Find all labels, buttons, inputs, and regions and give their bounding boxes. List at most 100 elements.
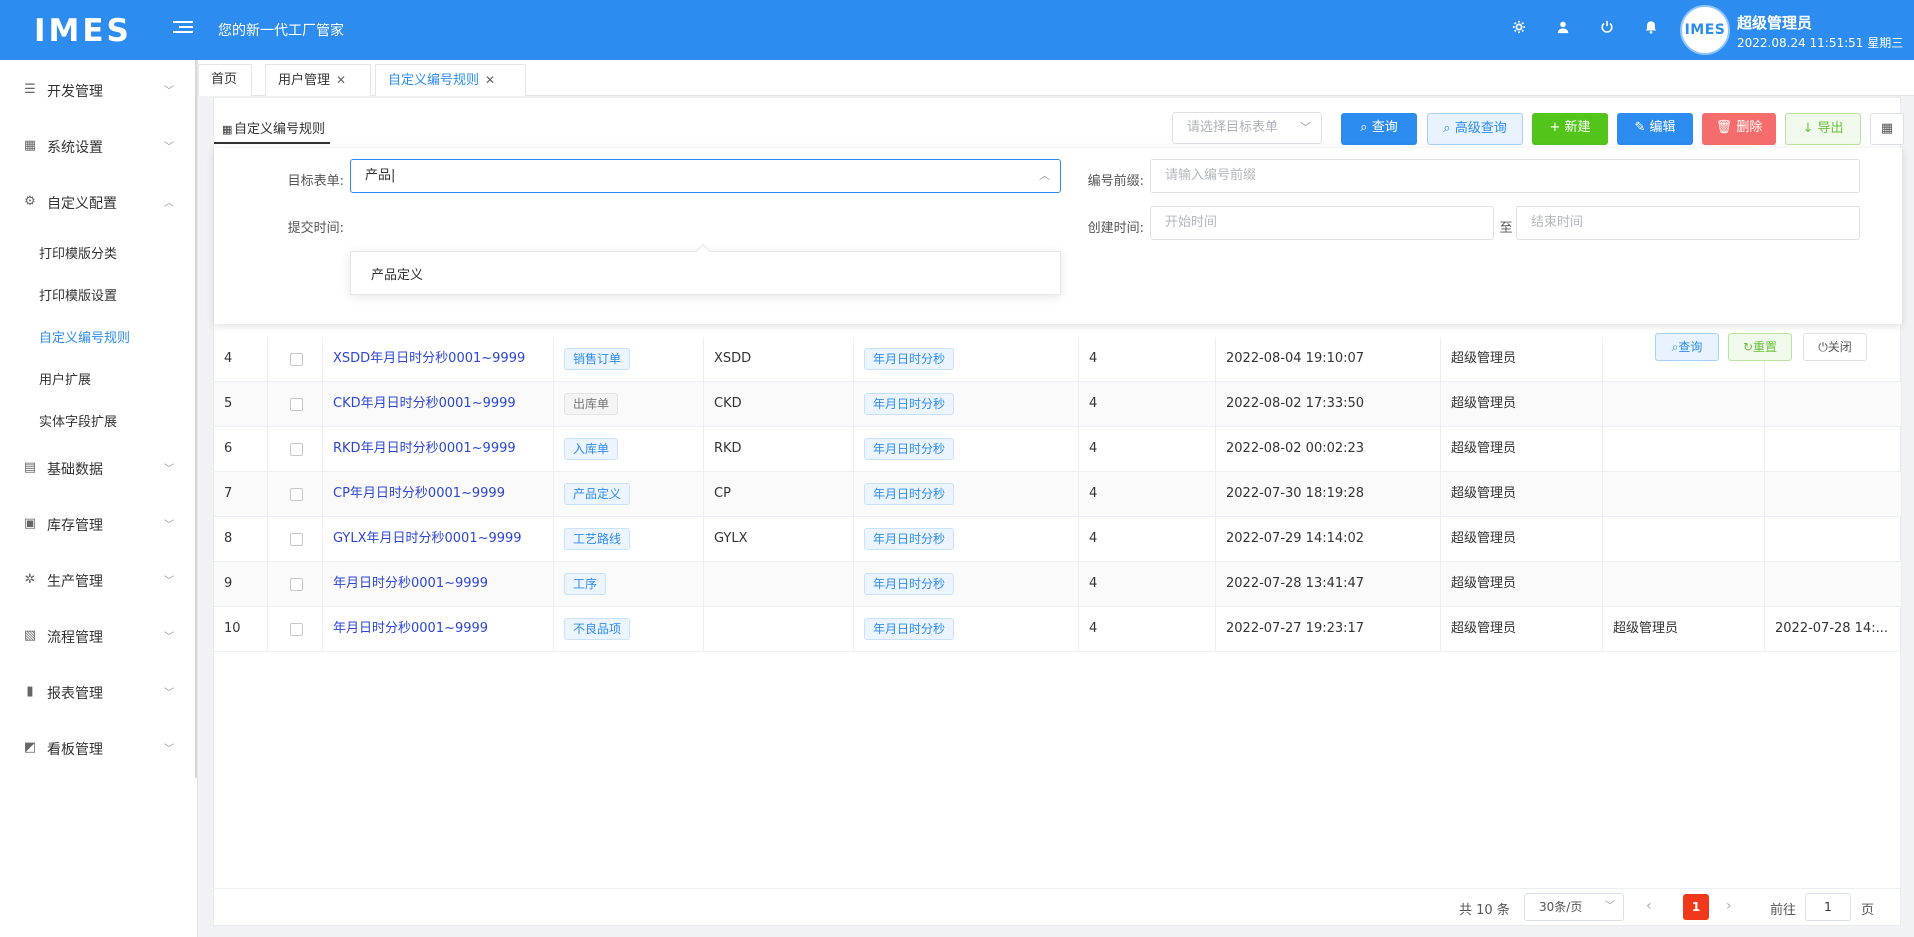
sidebar-item-inventory[interactable]: ▣ 库存管理 ﹀ — [0, 504, 196, 544]
cell-modifier — [1603, 517, 1765, 562]
cell-rule[interactable]: 年月日时分秒0001~9999 — [323, 607, 554, 652]
close-icon[interactable]: ✕ — [336, 73, 346, 87]
sidebar-item-custom-config[interactable]: ⚙ 自定义配置 ︿ — [0, 182, 196, 222]
tag-badge: 销售订单 — [564, 347, 631, 370]
advanced-query-button[interactable]: ⌕ 高级查询 — [1427, 113, 1523, 145]
settings-icon[interactable] — [1510, 20, 1528, 38]
table-row[interactable]: 6 RKD年月日时分秒0001~9999 入库单 RKD 年月日时分秒 4 2022-08-… — [214, 427, 1902, 472]
sidebar-item-dev[interactable]: ☰ 开发管理 ﹀ — [0, 70, 196, 110]
row-checkbox[interactable] — [290, 623, 303, 636]
table-row[interactable]: 9 年月日时分秒0001~9999 工序 年月日时分秒 4 2022-07-28 13:4… — [214, 562, 1902, 607]
cell-prefix: XSDD — [704, 337, 854, 382]
sidebar-item-dashboard[interactable]: ◩ 看板管理 ﹀ — [0, 728, 196, 768]
sidebar-item-report[interactable]: ▮ 报表管理 ﹀ — [0, 672, 196, 712]
cell-form: 入库单 — [554, 427, 704, 472]
dropdown-option[interactable]: 产品定义 — [371, 264, 423, 283]
row-checkbox[interactable] — [290, 398, 303, 411]
cell-created: 2022-08-02 00:02:23 — [1216, 427, 1441, 472]
cell-rule[interactable]: CP年月日时分秒0001~9999 — [323, 472, 554, 517]
cell-no: 10 — [214, 607, 268, 652]
tab-home[interactable]: 首页 — [198, 64, 252, 96]
cell-creator: 超级管理员 — [1441, 382, 1603, 427]
sidebar-sub-entity-ext[interactable]: 实体字段扩展 — [0, 402, 196, 436]
start-time-input[interactable]: 开始时间 — [1150, 206, 1494, 240]
target-form-select[interactable]: 请选择目标表单 ﹀ — [1172, 112, 1322, 144]
cell-form: 工艺路线 — [554, 517, 704, 562]
sidebar-sub-user-ext[interactable]: 用户扩展 — [0, 360, 196, 394]
next-page-icon[interactable]: › — [1726, 898, 1732, 914]
sidebar-item-flow[interactable]: ▧ 流程管理 ﹀ — [0, 616, 196, 656]
cell-creator: 超级管理员 — [1441, 427, 1603, 472]
current-page-button[interactable]: 1 — [1683, 894, 1709, 920]
sidebar-item-system[interactable]: ▦ 系统设置 ﹀ — [0, 126, 196, 166]
cell-prefix — [704, 607, 854, 652]
cell-created: 2022-08-04 19:10:07 — [1216, 337, 1441, 382]
export-button[interactable]: ↓ 导出 — [1785, 113, 1861, 145]
row-checkbox-cell — [268, 337, 323, 382]
cell-date-fmt: 年月日时分秒 — [854, 427, 1079, 472]
cell-creator: 超级管理员 — [1441, 472, 1603, 517]
sidebar-sub-print-template[interactable]: 打印模版设置 — [0, 276, 196, 310]
sidebar-item-production[interactable]: ✲ 生产管理 ﹀ — [0, 560, 196, 600]
cell-form: 出库单 — [554, 382, 704, 427]
query-button[interactable]: ⌕ 查询 — [1341, 113, 1417, 145]
user-icon[interactable] — [1554, 20, 1572, 38]
goto-page-input[interactable]: 1 — [1805, 893, 1851, 921]
sidebar-sub-print-category[interactable]: 打印模版分类 — [0, 234, 196, 268]
app-logo[interactable]: IMES — [34, 13, 132, 49]
row-checkbox[interactable] — [290, 578, 303, 591]
table-row[interactable]: 7 CP年月日时分秒0001~9999 产品定义 CP 年月日时分秒 4 2022-07-3… — [214, 472, 1902, 517]
cell-prefix: CP — [704, 472, 854, 517]
cell-rule[interactable]: XSDD年月日时分秒0001~9999 — [323, 337, 554, 382]
bell-icon[interactable] — [1642, 20, 1660, 38]
cell-rule[interactable]: GYLX年月日时分秒0001~9999 — [323, 517, 554, 562]
search-close-button[interactable]: ⏻关闭 — [1803, 333, 1867, 361]
sidebar-item-basic-data[interactable]: ▤ 基础数据 ﹀ — [0, 448, 196, 488]
cell-rule[interactable]: CKD年月日时分秒0001~9999 — [323, 382, 554, 427]
delete-button[interactable]: 🗑 删除 — [1702, 113, 1776, 145]
cell-created: 2022-07-30 18:19:28 — [1216, 472, 1441, 517]
table-row[interactable]: 8 GYLX年月日时分秒0001~9999 工艺路线 GYLX 年月日时分秒 4 2022-… — [214, 517, 1902, 562]
cell-digits: 4 — [1079, 382, 1216, 427]
prev-page-icon[interactable]: ‹ — [1646, 898, 1652, 914]
cell-date-fmt: 年月日时分秒 — [854, 607, 1079, 652]
power-icon[interactable] — [1598, 20, 1616, 38]
column-grid-icon[interactable]: ▦ — [1870, 113, 1904, 145]
cell-form: 销售订单 — [554, 337, 704, 382]
new-button[interactable]: + 新建 — [1532, 113, 1608, 145]
cell-date-fmt: 年月日时分秒 — [854, 382, 1079, 427]
row-checkbox[interactable] — [290, 353, 303, 366]
edit-button[interactable]: ✎ 编辑 — [1617, 113, 1693, 145]
sidebar-sub-number-rule[interactable]: 自定义编号规则 — [0, 318, 196, 352]
menu-toggle-icon[interactable] — [173, 18, 193, 38]
row-checkbox[interactable] — [290, 443, 303, 456]
search-query-button[interactable]: ⌕查询 — [1655, 333, 1719, 361]
cell-rule[interactable]: RKD年月日时分秒0001~9999 — [323, 427, 554, 472]
table-row[interactable]: 4 XSDD年月日时分秒0001~9999 销售订单 XSDD 年月日时分秒 4 2022-… — [214, 337, 1902, 382]
page-size-select[interactable]: 30条/页 ﹀ — [1524, 893, 1624, 921]
cell-rule[interactable]: 年月日时分秒0001~9999 — [323, 562, 554, 607]
cell-digits: 4 — [1079, 472, 1216, 517]
prefix-input[interactable]: 请输入编号前缀 — [1150, 159, 1860, 193]
end-time-input[interactable]: 结束时间 — [1516, 206, 1860, 240]
cell-no: 6 — [214, 427, 268, 472]
close-icon[interactable]: ✕ — [485, 73, 495, 87]
cell-modified — [1765, 472, 1902, 517]
cell-digits: 4 — [1079, 607, 1216, 652]
table-row[interactable]: 5 CKD年月日时分秒0001~9999 出库单 CKD 年月日时分秒 4 2022-08-… — [214, 382, 1902, 427]
search-reset-button[interactable]: ↻重置 — [1728, 333, 1792, 361]
avatar[interactable]: IMES — [1680, 5, 1730, 55]
tag-badge: 年月日时分秒 — [864, 482, 955, 505]
target-form-label: 目标表单: — [287, 174, 344, 189]
user-name[interactable]: 超级管理员 — [1737, 12, 1812, 33]
cell-modified — [1765, 562, 1902, 607]
table-row[interactable]: 10 年月日时分秒0001~9999 不良品项 年月日时分秒 4 2022-07-27 1… — [214, 607, 1902, 652]
row-checkbox[interactable] — [290, 488, 303, 501]
row-checkbox-cell — [268, 517, 323, 562]
grid-icon: ▦ — [222, 123, 233, 136]
tab-number-rule[interactable]: 自定义编号规则 ✕ — [375, 64, 526, 96]
cell-no: 5 — [214, 382, 268, 427]
tag-badge: 年月日时分秒 — [864, 527, 955, 550]
tab-user-management[interactable]: 用户管理 ✕ — [265, 64, 371, 96]
row-checkbox[interactable] — [290, 533, 303, 546]
